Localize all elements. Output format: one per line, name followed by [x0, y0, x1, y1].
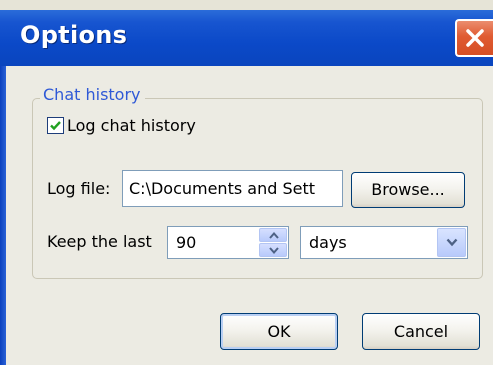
keep-count-value[interactable]: 90: [176, 233, 196, 252]
log-file-label: Log file:: [47, 179, 111, 198]
browse-button[interactable]: Browse...: [351, 172, 465, 208]
window-title: Options: [20, 21, 128, 49]
time-unit-select[interactable]: days: [300, 226, 468, 259]
window-left-border: [0, 66, 6, 365]
group-legend: Chat history: [40, 85, 145, 104]
dropdown-button[interactable]: [437, 228, 466, 257]
dialog-body: Chat history Log chat history Log file: …: [0, 66, 493, 365]
log-chat-history-checkbox[interactable]: [47, 117, 64, 134]
browse-button-label: Browse...: [371, 180, 445, 199]
spin-up-button[interactable]: [259, 228, 287, 242]
spin-buttons: [259, 228, 287, 257]
spin-down-button[interactable]: [259, 243, 287, 257]
keep-the-last-label: Keep the last: [47, 232, 152, 251]
keep-count-spinner[interactable]: 90: [167, 226, 289, 259]
ok-button[interactable]: OK: [220, 313, 338, 350]
time-unit-value: days: [309, 233, 347, 252]
log-file-input[interactable]: C:\Documents and Sett: [122, 170, 343, 207]
ok-button-label: OK: [267, 322, 291, 341]
options-dialog: Options Chat history Log chat history Lo…: [0, 0, 493, 365]
close-button[interactable]: [455, 19, 493, 57]
title-bar[interactable]: Options: [0, 10, 493, 67]
cancel-button-label: Cancel: [393, 322, 449, 341]
log-chat-history-label[interactable]: Log chat history: [67, 116, 196, 135]
cancel-button[interactable]: Cancel: [362, 313, 480, 350]
